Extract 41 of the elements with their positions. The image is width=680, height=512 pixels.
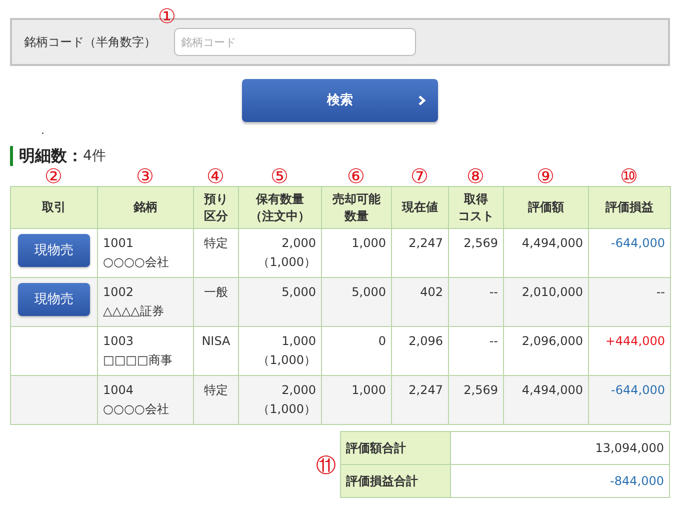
column-header: 取得 コスト [448, 186, 504, 228]
field-label: 銘柄コード（半角数字） [24, 34, 157, 51]
detail-count: 4件 [83, 147, 106, 165]
column-header: 銘柄 [98, 186, 194, 228]
table-cell: -644,000 [588, 376, 670, 424]
table-cell: 特定 [194, 376, 238, 424]
table-cell: 2,569 [448, 376, 504, 424]
column-header: 預り 区分 [194, 186, 238, 228]
detail-count-label: 明細数： [19, 147, 83, 165]
annotation-number: ① [158, 4, 176, 28]
annotation-number: ⑧ [466, 166, 484, 186]
table-cell: 1,000 [322, 376, 392, 424]
table-cell: 2,247 [392, 376, 448, 424]
annotation-number: ⑥ [347, 166, 365, 186]
column-header: 現在値 [392, 186, 448, 228]
column-header: 評価額 [504, 186, 588, 228]
table-cell: 1004 ○○○○会社 [98, 376, 194, 424]
chevron-right-icon [418, 95, 426, 106]
column-header: 保有数量 （注文中） [238, 186, 322, 228]
annotation-number: ③ [136, 166, 154, 186]
annotation-number: ⑩ [620, 166, 638, 186]
column-header: 取引 [10, 186, 98, 228]
total-label: 評価損益合計 [340, 464, 450, 498]
stock-code-field[interactable]: 銘柄コード [174, 28, 416, 56]
sell-button[interactable]: 現物売 [18, 234, 90, 267]
annotation-number: ⑨ [536, 166, 554, 186]
search-button[interactable]: 検索 [242, 79, 438, 122]
column-header: 評価損益 [588, 186, 670, 228]
table-cell: 4,494,000 [504, 376, 588, 424]
table-cell: 2,000 （1,000） [238, 376, 322, 424]
sell-button[interactable]: 現物売 [18, 283, 90, 316]
column-header: 売却可能 数量 [322, 186, 392, 228]
total-value: -844,000 [450, 464, 670, 498]
annotation-number: ⑦ [410, 166, 428, 186]
annotation-number: ② [44, 166, 62, 186]
total-value: 13,094,000 [450, 432, 670, 464]
dot-text: . [41, 124, 44, 137]
annotation-number: ⑪ [316, 454, 336, 474]
annotation-number: ⑤ [270, 166, 288, 186]
annotation-number: ④ [206, 166, 224, 186]
total-label: 評価額合計 [340, 432, 450, 464]
